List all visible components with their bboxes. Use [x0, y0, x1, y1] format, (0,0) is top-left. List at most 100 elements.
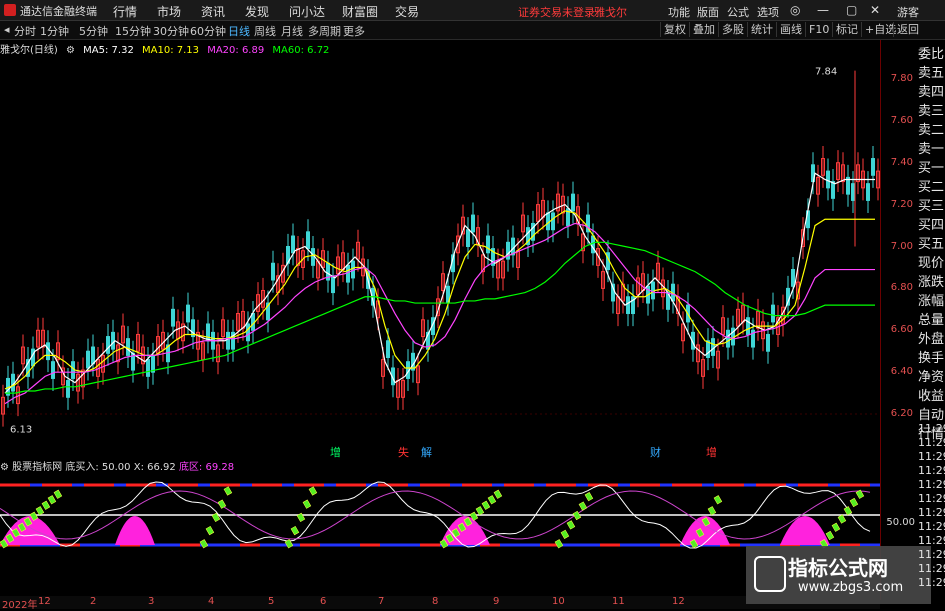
- candle-body: [386, 340, 390, 359]
- axis-tick-label: 6.60: [890, 324, 913, 336]
- signal-marker: [837, 514, 847, 524]
- menu-news[interactable]: 资讯: [201, 3, 225, 20]
- login-notice[interactable]: 证券交易未登录: [518, 4, 595, 20]
- menu-layout[interactable]: 版面: [697, 4, 719, 20]
- candle-body: [226, 331, 230, 350]
- menu-market[interactable]: 市场: [157, 3, 181, 20]
- high-price-label: 7.84: [815, 67, 837, 78]
- period-5min[interactable]: 5分钟: [79, 23, 108, 39]
- candle-body: [746, 317, 750, 335]
- candle-body: [726, 329, 730, 348]
- period-toolbar: ◂ 分时 1分钟 5分钟 15分钟 30分钟 60分钟 日线 周线 月线 多周期…: [0, 21, 945, 40]
- candle-body: [151, 354, 155, 373]
- restore-icon[interactable]: ▢: [846, 3, 857, 17]
- period-1min[interactable]: 1分钟: [40, 23, 69, 39]
- candle-body: [571, 193, 575, 212]
- signal-marker: [713, 495, 723, 505]
- axis-tick-label: 6.80: [890, 282, 913, 294]
- side-panel-item[interactable]: 委比: [918, 46, 945, 63]
- period-more[interactable]: 更多: [343, 23, 365, 39]
- period-60min[interactable]: 60分钟: [190, 23, 226, 39]
- signal-marker: [481, 500, 491, 510]
- candle-body: [546, 212, 550, 231]
- watermark-title: 指标公式网: [788, 556, 888, 580]
- candle-body: [771, 304, 775, 323]
- menu-ask[interactable]: 问小达: [289, 3, 325, 20]
- signal-marker: [566, 520, 576, 530]
- side-panel-item[interactable]: 买三: [918, 198, 945, 215]
- menu-wealth[interactable]: 财富圈: [342, 3, 378, 20]
- menu-function[interactable]: 功能: [668, 4, 690, 20]
- draw-button[interactable]: 画线: [776, 22, 805, 37]
- candle-body: [466, 229, 470, 248]
- candle-body: [71, 361, 75, 379]
- period-daily[interactable]: 日线: [228, 23, 250, 39]
- period-intraday[interactable]: 分时: [14, 23, 36, 39]
- time-axis-label: 10: [552, 596, 565, 607]
- guest-label[interactable]: 游客: [897, 4, 919, 20]
- side-panel-item[interactable]: 外盘: [918, 331, 945, 348]
- nav-back-icon[interactable]: ◂: [4, 23, 10, 36]
- period-15min[interactable]: 15分钟: [115, 23, 151, 39]
- side-panel-item[interactable]: 买五: [918, 236, 945, 253]
- menu-formula[interactable]: 公式: [727, 4, 749, 20]
- side-panel-item[interactable]: 买四: [918, 217, 945, 234]
- signal-marker: [205, 525, 215, 536]
- watermark-url: www.zbgs3.com: [798, 580, 904, 595]
- candle-body: [126, 338, 130, 356]
- time-axis-label: 12: [38, 596, 51, 607]
- indicator-axis-label: 50.00: [886, 517, 915, 528]
- axis-tick-label: 7.00: [890, 240, 913, 252]
- side-panel-item[interactable]: 总量: [918, 312, 945, 329]
- side-panel-item[interactable]: 买一: [918, 160, 945, 177]
- menu-discover[interactable]: 发现: [245, 3, 269, 20]
- side-panel-item[interactable]: 卖一: [918, 141, 945, 158]
- hand-icon: [754, 556, 786, 592]
- signal-marker: [302, 499, 312, 509]
- side-panel-item[interactable]: 买二: [918, 179, 945, 196]
- side-panel-item[interactable]: 收益: [918, 388, 945, 405]
- adjust-button[interactable]: 复权: [660, 22, 689, 37]
- period-weekly[interactable]: 周线: [254, 23, 276, 39]
- period-30min[interactable]: 30分钟: [153, 23, 189, 39]
- side-panel-item[interactable]: 净资: [918, 369, 945, 386]
- side-panel-item[interactable]: 涨跌: [918, 274, 945, 291]
- side-panel-item[interactable]: 卖三: [918, 103, 945, 120]
- time-axis-label: 2: [90, 596, 97, 607]
- axis-tick-label: 7.60: [890, 114, 913, 126]
- overlay-button[interactable]: 叠加: [689, 22, 718, 37]
- side-panel-item[interactable]: 换手: [918, 350, 945, 367]
- side-panel-item[interactable]: 现价: [918, 255, 945, 272]
- mark-button[interactable]: 标记: [832, 22, 861, 37]
- time-axis-label: 6: [320, 596, 327, 607]
- price-axis: 7.80 7.60 7.40 7.20 7.00 6.80 6.60 6.40 6.20 50.0…: [880, 40, 917, 600]
- side-panel-item[interactable]: 卖五: [918, 65, 945, 82]
- stats-button[interactable]: 统计: [747, 22, 776, 37]
- signal-marker: [849, 497, 859, 508]
- multi-stock-button[interactable]: 多股: [718, 22, 747, 37]
- minimize-icon[interactable]: —: [817, 3, 829, 17]
- menu-trade[interactable]: 交易: [395, 3, 419, 20]
- indicator-header: ⚙ 股票指标网 底买入: 50.00 X: 66.92 底区: 69.28: [0, 458, 880, 473]
- back-button[interactable]: 返回: [893, 22, 922, 37]
- axis-tick-label: 6.40: [890, 366, 913, 378]
- account-icon[interactable]: ◎: [790, 3, 800, 17]
- price-chart[interactable]: 7.84 6.13: [0, 40, 880, 455]
- signal-marker: [199, 539, 209, 549]
- f10-button[interactable]: F10: [805, 22, 832, 37]
- side-panel-item[interactable]: 涨幅: [918, 293, 945, 310]
- menu-options[interactable]: 选项: [757, 4, 779, 20]
- period-monthly[interactable]: 月线: [281, 23, 303, 39]
- axis-tick-label: 7.40: [890, 156, 913, 168]
- period-multi[interactable]: 多周期: [308, 23, 341, 39]
- candle-body: [551, 212, 555, 231]
- axis-tick-label: 7.80: [890, 72, 913, 84]
- signal-marker: [825, 530, 835, 541]
- candle-body: [471, 214, 475, 233]
- side-panel-item[interactable]: 卖二: [918, 122, 945, 139]
- side-panel-item[interactable]: 卖四: [918, 84, 945, 101]
- close-icon[interactable]: ✕: [870, 3, 880, 17]
- candle-body: [146, 359, 150, 377]
- watermark: 指标公式网 www.zbgs3.com: [746, 546, 931, 604]
- menu-quotes[interactable]: 行情: [113, 3, 137, 20]
